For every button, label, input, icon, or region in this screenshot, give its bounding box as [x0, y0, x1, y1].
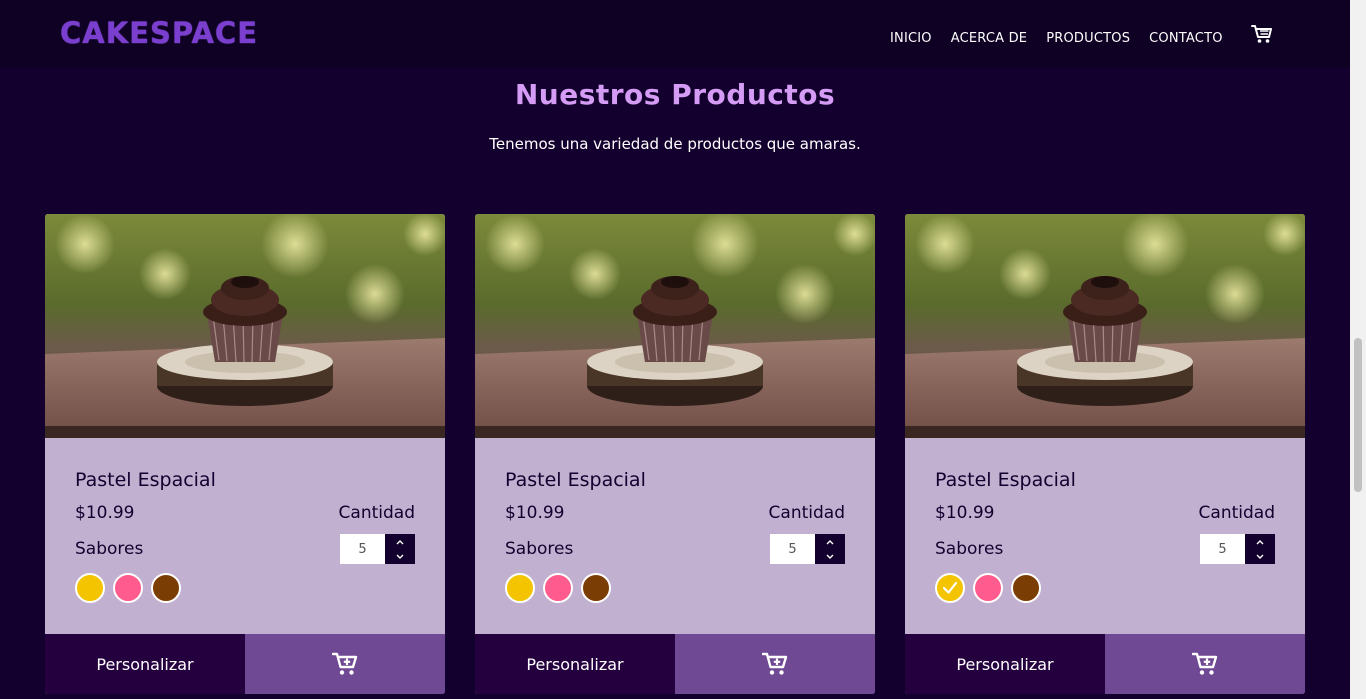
- card-actions: Personalizar: [905, 634, 1305, 694]
- quantity-decrease-button[interactable]: [1245, 549, 1275, 564]
- quantity-input[interactable]: [1200, 534, 1245, 564]
- quantity-input[interactable]: [770, 534, 815, 564]
- customize-button[interactable]: Personalizar: [45, 634, 245, 694]
- add-to-cart-icon: [332, 652, 358, 675]
- quantity-increase-button[interactable]: [1245, 534, 1275, 549]
- product-image: [475, 214, 875, 438]
- quantity-decrease-button[interactable]: [385, 549, 415, 564]
- product-info: Pastel Espacial $10.99 Cantidad Sabores: [905, 438, 1305, 634]
- quantity-stepper: [1200, 534, 1275, 564]
- section-subtitle: Tenemos una variedad de productos que am…: [489, 135, 861, 153]
- chevron-down-icon: [396, 554, 404, 559]
- scrollbar-thumb[interactable]: [1354, 338, 1362, 492]
- flavor-swatch-pink[interactable]: [543, 573, 573, 603]
- checkmark-icon: [942, 581, 958, 594]
- flavor-swatch-pink[interactable]: [973, 573, 1003, 603]
- product-name: Pastel Espacial: [935, 469, 1076, 491]
- quantity-input[interactable]: [340, 534, 385, 564]
- flavor-swatch-yellow[interactable]: [505, 573, 535, 603]
- navbar: CAKESPACE INICIO ACERCA DE PRODUCTOS CON…: [0, 0, 1350, 68]
- quantity-increase-button[interactable]: [815, 534, 845, 549]
- add-to-cart-icon: [1192, 652, 1218, 675]
- chevron-up-icon: [826, 539, 834, 544]
- quantity-steps: [815, 534, 845, 564]
- quantity-stepper: [770, 534, 845, 564]
- flavor-swatches: [935, 573, 1041, 603]
- quantity-steps: [1245, 534, 1275, 564]
- product-price: $10.99: [505, 503, 565, 523]
- quantity-steps: [385, 534, 415, 564]
- quantity-label: Cantidad: [1198, 503, 1275, 523]
- quantity-stepper: [340, 534, 415, 564]
- section-title: Nuestros Productos: [514, 78, 836, 111]
- flavor-swatches: [75, 573, 181, 603]
- product-info: Pastel Espacial $10.99 Cantidad Sabores: [475, 438, 875, 634]
- chevron-down-icon: [1256, 554, 1264, 559]
- card-actions: Personalizar: [475, 634, 875, 694]
- brand-logo[interactable]: CAKESPACE: [60, 16, 258, 50]
- product-name: Pastel Espacial: [505, 469, 646, 491]
- scrollbar[interactable]: [1350, 0, 1366, 699]
- add-to-cart-icon: [762, 652, 788, 675]
- product-card: Pastel Espacial $10.99 Cantidad Sabores: [475, 214, 875, 694]
- flavor-swatch-yellow[interactable]: [75, 573, 105, 603]
- add-to-cart-button[interactable]: [245, 634, 445, 694]
- quantity-label: Cantidad: [768, 503, 845, 523]
- nav-item-acerca-de[interactable]: ACERCA DE: [951, 31, 1027, 46]
- chevron-down-icon: [826, 554, 834, 559]
- quantity-label: Cantidad: [338, 503, 415, 523]
- chevron-up-icon: [1256, 539, 1264, 544]
- product-card: Pastel Espacial $10.99 Cantidad Sabores: [905, 214, 1305, 694]
- cart-icon[interactable]: [1251, 24, 1273, 44]
- flavor-swatch-brown[interactable]: [1011, 573, 1041, 603]
- flavor-swatches: [505, 573, 611, 603]
- product-image: [905, 214, 1305, 438]
- nav-item-contacto[interactable]: CONTACTO: [1149, 31, 1222, 46]
- quantity-decrease-button[interactable]: [815, 549, 845, 564]
- flavors-label: Sabores: [935, 539, 1004, 559]
- flavor-swatch-brown[interactable]: [581, 573, 611, 603]
- flavor-swatch-brown[interactable]: [151, 573, 181, 603]
- product-image: [45, 214, 445, 438]
- product-card: Pastel Espacial $10.99 Cantidad Sabores: [45, 214, 445, 694]
- flavor-swatch-pink[interactable]: [113, 573, 143, 603]
- flavor-swatch-yellow[interactable]: [935, 573, 965, 603]
- add-to-cart-button[interactable]: [675, 634, 875, 694]
- flavors-label: Sabores: [75, 539, 144, 559]
- customize-button[interactable]: Personalizar: [905, 634, 1105, 694]
- product-info: Pastel Espacial $10.99 Cantidad Sabores: [45, 438, 445, 634]
- chevron-up-icon: [396, 539, 404, 544]
- flavors-label: Sabores: [505, 539, 574, 559]
- product-price: $10.99: [935, 503, 995, 523]
- nav-links: INICIO ACERCA DE PRODUCTOS CONTACTO: [890, 31, 1223, 46]
- customize-button[interactable]: Personalizar: [475, 634, 675, 694]
- quantity-increase-button[interactable]: [385, 534, 415, 549]
- card-actions: Personalizar: [45, 634, 445, 694]
- nav-item-productos[interactable]: PRODUCTOS: [1046, 31, 1130, 46]
- add-to-cart-button[interactable]: [1105, 634, 1305, 694]
- product-price: $10.99: [75, 503, 135, 523]
- product-name: Pastel Espacial: [75, 469, 216, 491]
- nav-item-inicio[interactable]: INICIO: [890, 31, 932, 46]
